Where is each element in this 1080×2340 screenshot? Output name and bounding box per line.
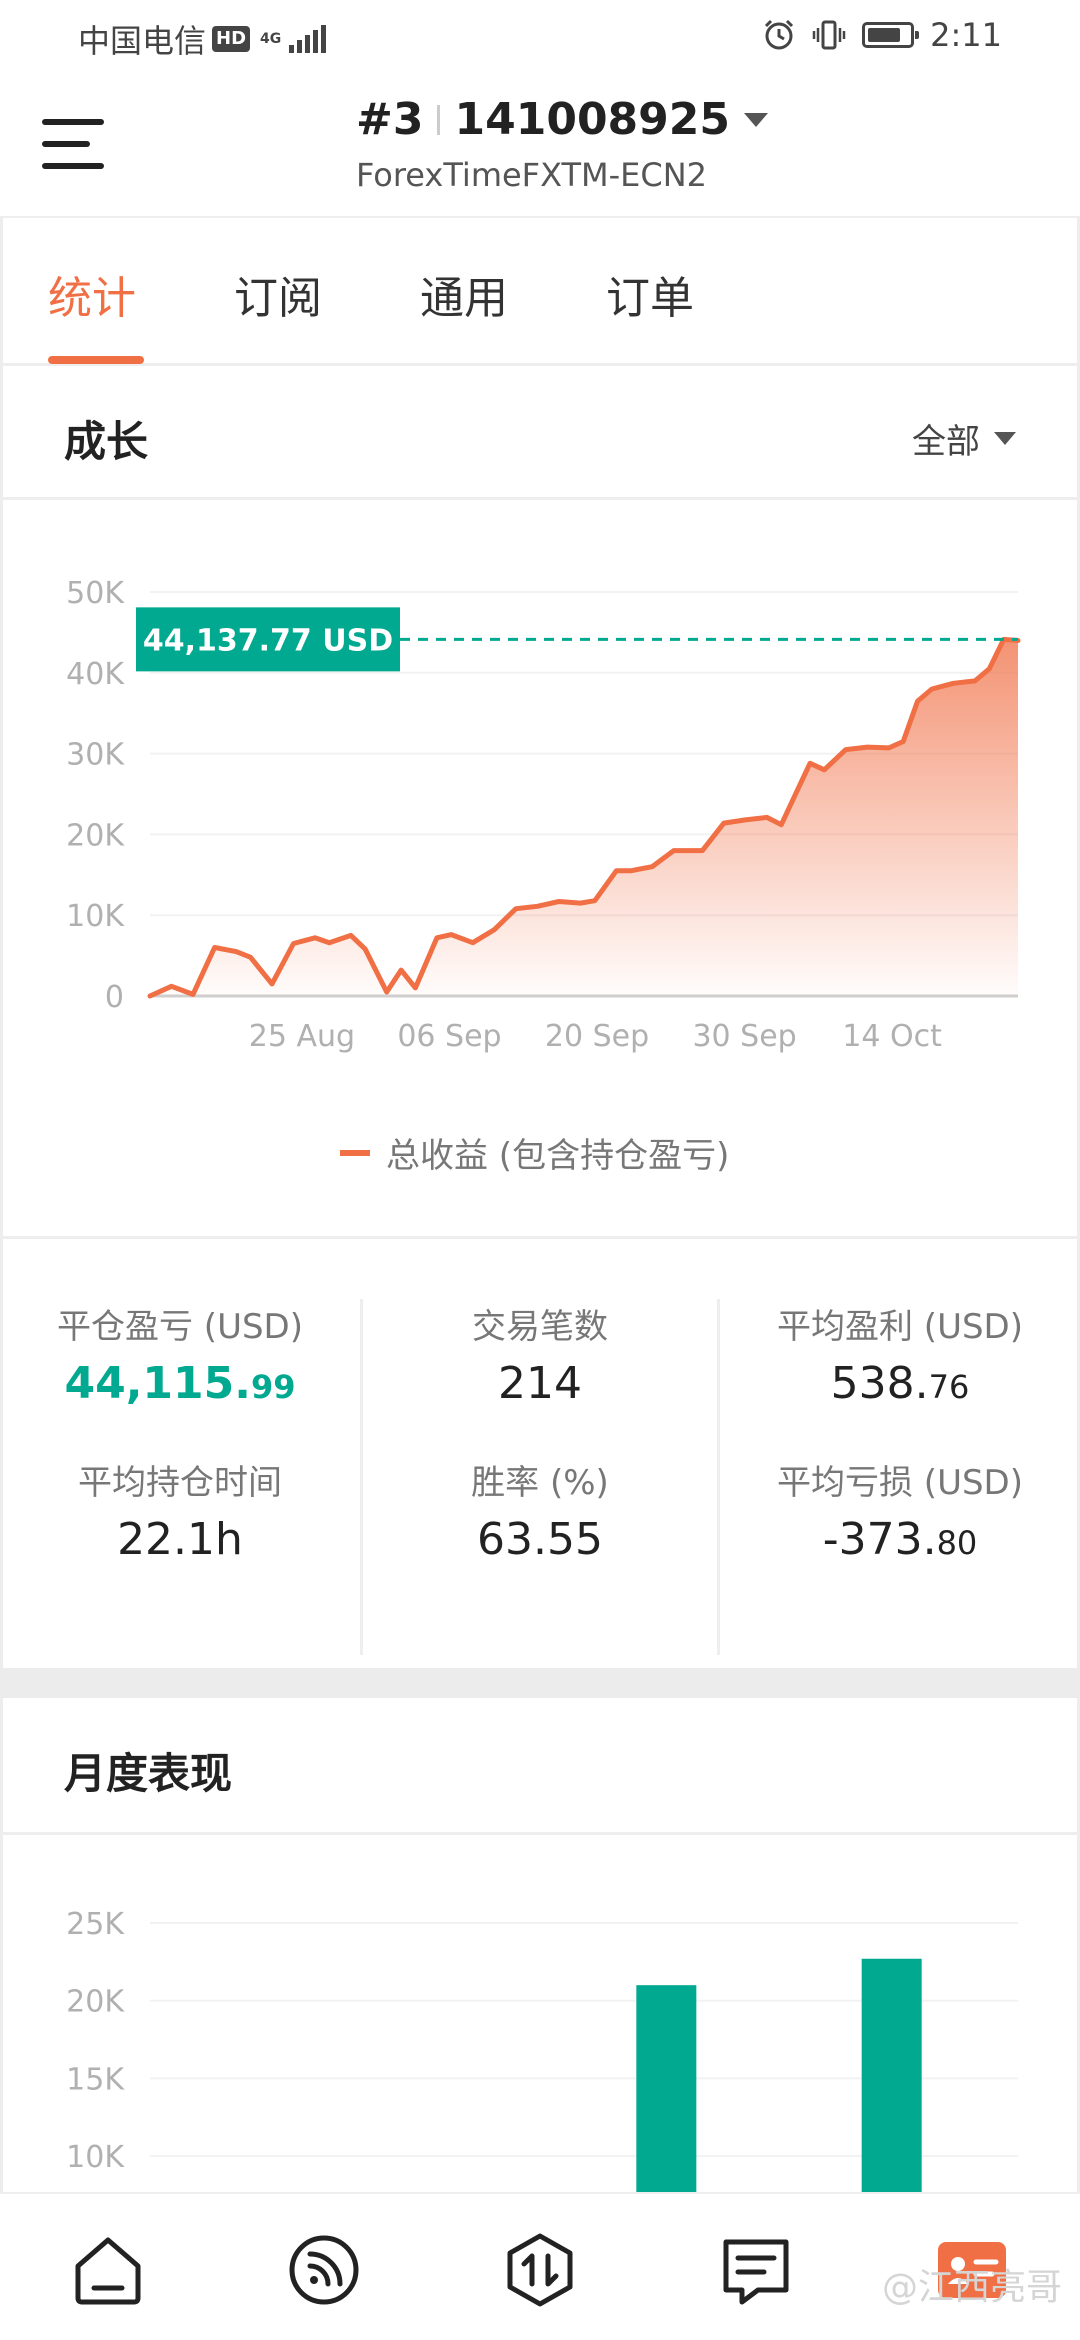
stats-column-right: 平均盈利 (USD) 538.76 平均亏损 (USD) -373.80 xyxy=(720,1299,1080,1655)
stat-label: 平仓盈亏 (USD) xyxy=(57,1307,303,1347)
stat-trades: 交易笔数 214 xyxy=(360,1299,720,1409)
stats-panel: 平仓盈亏 (USD) 44,115.99 平均持仓时间 22.1h 交易笔数 2… xyxy=(0,1236,1080,1668)
section-title: 月度表现 xyxy=(64,1749,233,1798)
clock: 2:11 xyxy=(930,16,1002,54)
chevron-down-icon xyxy=(744,112,769,127)
menu-icon[interactable] xyxy=(42,114,108,174)
y-tick-label: 20K xyxy=(66,818,125,853)
battery-icon xyxy=(862,22,920,48)
y-tick-label: 20K xyxy=(66,1985,125,2020)
period-filter[interactable]: 全部 xyxy=(912,414,1016,463)
account-selector[interactable]: #3 141008925 xyxy=(356,94,769,145)
x-tick-label: 30 Sep xyxy=(692,1019,796,1054)
y-tick-label: 40K xyxy=(66,657,125,692)
y-tick-label: 25K xyxy=(66,1907,125,1942)
y-tick-label: 50K xyxy=(66,576,125,611)
battery-fill xyxy=(868,28,901,42)
stat-value: 214 xyxy=(498,1358,582,1409)
app-header: #3 141008925 ForexTimeFXTM-ECN2 xyxy=(0,72,1080,216)
server-name: ForexTimeFXTM-ECN2 xyxy=(356,156,707,194)
x-tick-label: 25 Aug xyxy=(249,1019,355,1054)
chevron-down-icon xyxy=(994,432,1016,445)
carrier-name: 中国电信 xyxy=(78,22,207,60)
y-tick-label: 10K xyxy=(66,899,125,934)
tab-statistics[interactable]: 统计 xyxy=(48,262,136,326)
account-id: 141008925 xyxy=(454,94,731,145)
watermark: @江西亮哥 xyxy=(881,2267,1062,2308)
y-tick-label: 0 xyxy=(105,980,124,1015)
stat-win-rate: 胜率 (%) 63.55 xyxy=(360,1455,720,1565)
series-area xyxy=(150,639,1018,996)
active-tab-indicator xyxy=(48,356,144,364)
section-title: 成长 xyxy=(64,417,149,466)
tab-orders[interactable]: 订单 xyxy=(606,262,694,326)
monthly-header: 月度表现 xyxy=(0,1698,1080,1832)
x-tick-label: 06 Sep xyxy=(397,1019,501,1054)
trade-icon[interactable] xyxy=(500,2230,580,2310)
messages-icon[interactable] xyxy=(716,2230,796,2310)
y-tick-label: 30K xyxy=(66,738,125,773)
stat-avg-hold: 平均持仓时间 22.1h xyxy=(0,1455,360,1565)
stat-value: 44,115.99 xyxy=(64,1358,296,1409)
stat-value: -373.80 xyxy=(822,1514,978,1565)
legend-swatch xyxy=(340,1149,370,1156)
y-tick-label: 10K xyxy=(66,2140,125,2175)
y-tick-label: 15K xyxy=(66,2062,125,2097)
stat-label: 平均亏损 (USD) xyxy=(777,1463,1023,1503)
status-bar: 中国电信 HD 4G 2:11 xyxy=(0,0,1080,72)
bottom-navigation: @江西亮哥 xyxy=(0,2192,1080,2340)
status-left: 中国电信 HD 4G xyxy=(78,16,327,62)
growth-chart-svg: 0 10K 20K 30K 40K 50K 25 Aug 06 Sep 20 Sep 30 Se… xyxy=(66,576,1021,1054)
growth-header: 成长 全部 xyxy=(0,366,1080,500)
stat-value: 63.55 xyxy=(477,1514,603,1565)
feed-icon[interactable] xyxy=(284,2230,364,2310)
stats-column-middle: 交易笔数 214 胜率 (%) 63.55 xyxy=(360,1299,720,1655)
stat-label: 平均持仓时间 xyxy=(78,1463,282,1503)
bar xyxy=(636,1985,697,2195)
signal-icon xyxy=(289,25,327,53)
stat-label: 交易笔数 xyxy=(472,1307,608,1347)
x-tick-label: 20 Sep xyxy=(545,1019,649,1054)
monthly-chart: 10K 15K 20K 25K xyxy=(0,1832,1080,2195)
section-divider xyxy=(0,1668,1080,1698)
network-type: 4G xyxy=(260,31,282,47)
hd-badge: HD xyxy=(212,26,251,52)
filter-label: 全部 xyxy=(912,422,980,462)
divider xyxy=(437,104,441,135)
bar xyxy=(861,1958,922,2195)
stat-avg-profit: 平均盈利 (USD) 538.76 xyxy=(720,1299,1080,1409)
status-right: 2:11 xyxy=(762,16,1002,54)
stat-value: 22.1h xyxy=(117,1514,243,1565)
stat-label: 平均盈利 (USD) xyxy=(777,1307,1023,1347)
monthly-chart-svg: 10K 15K 20K 25K xyxy=(66,1907,1018,2195)
home-icon[interactable] xyxy=(68,2230,148,2310)
current-value-label: 44,137.77 USD xyxy=(143,623,393,658)
tab-general[interactable]: 通用 xyxy=(420,262,508,326)
stats-column-left: 平仓盈亏 (USD) 44,115.99 平均持仓时间 22.1h xyxy=(0,1299,360,1655)
stat-closed-pl: 平仓盈亏 (USD) 44,115.99 xyxy=(0,1299,360,1409)
chart-legend: 总收益 (包含持仓盈亏) xyxy=(340,1128,729,1177)
vibrate-icon xyxy=(812,20,846,50)
stat-avg-loss: 平均亏损 (USD) -373.80 xyxy=(720,1455,1080,1565)
alarm-icon xyxy=(765,19,794,50)
account-number: #3 xyxy=(356,94,424,145)
stat-label: 胜率 (%) xyxy=(471,1463,609,1503)
legend-label: 总收益 (包含持仓盈亏) xyxy=(386,1136,730,1176)
tab-subscriptions[interactable]: 订阅 xyxy=(234,262,322,326)
stat-value: 538.76 xyxy=(830,1358,970,1409)
tab-bar: 统计 订阅 通用 订单 xyxy=(0,216,1080,366)
x-tick-label: 14 Oct xyxy=(842,1019,942,1054)
